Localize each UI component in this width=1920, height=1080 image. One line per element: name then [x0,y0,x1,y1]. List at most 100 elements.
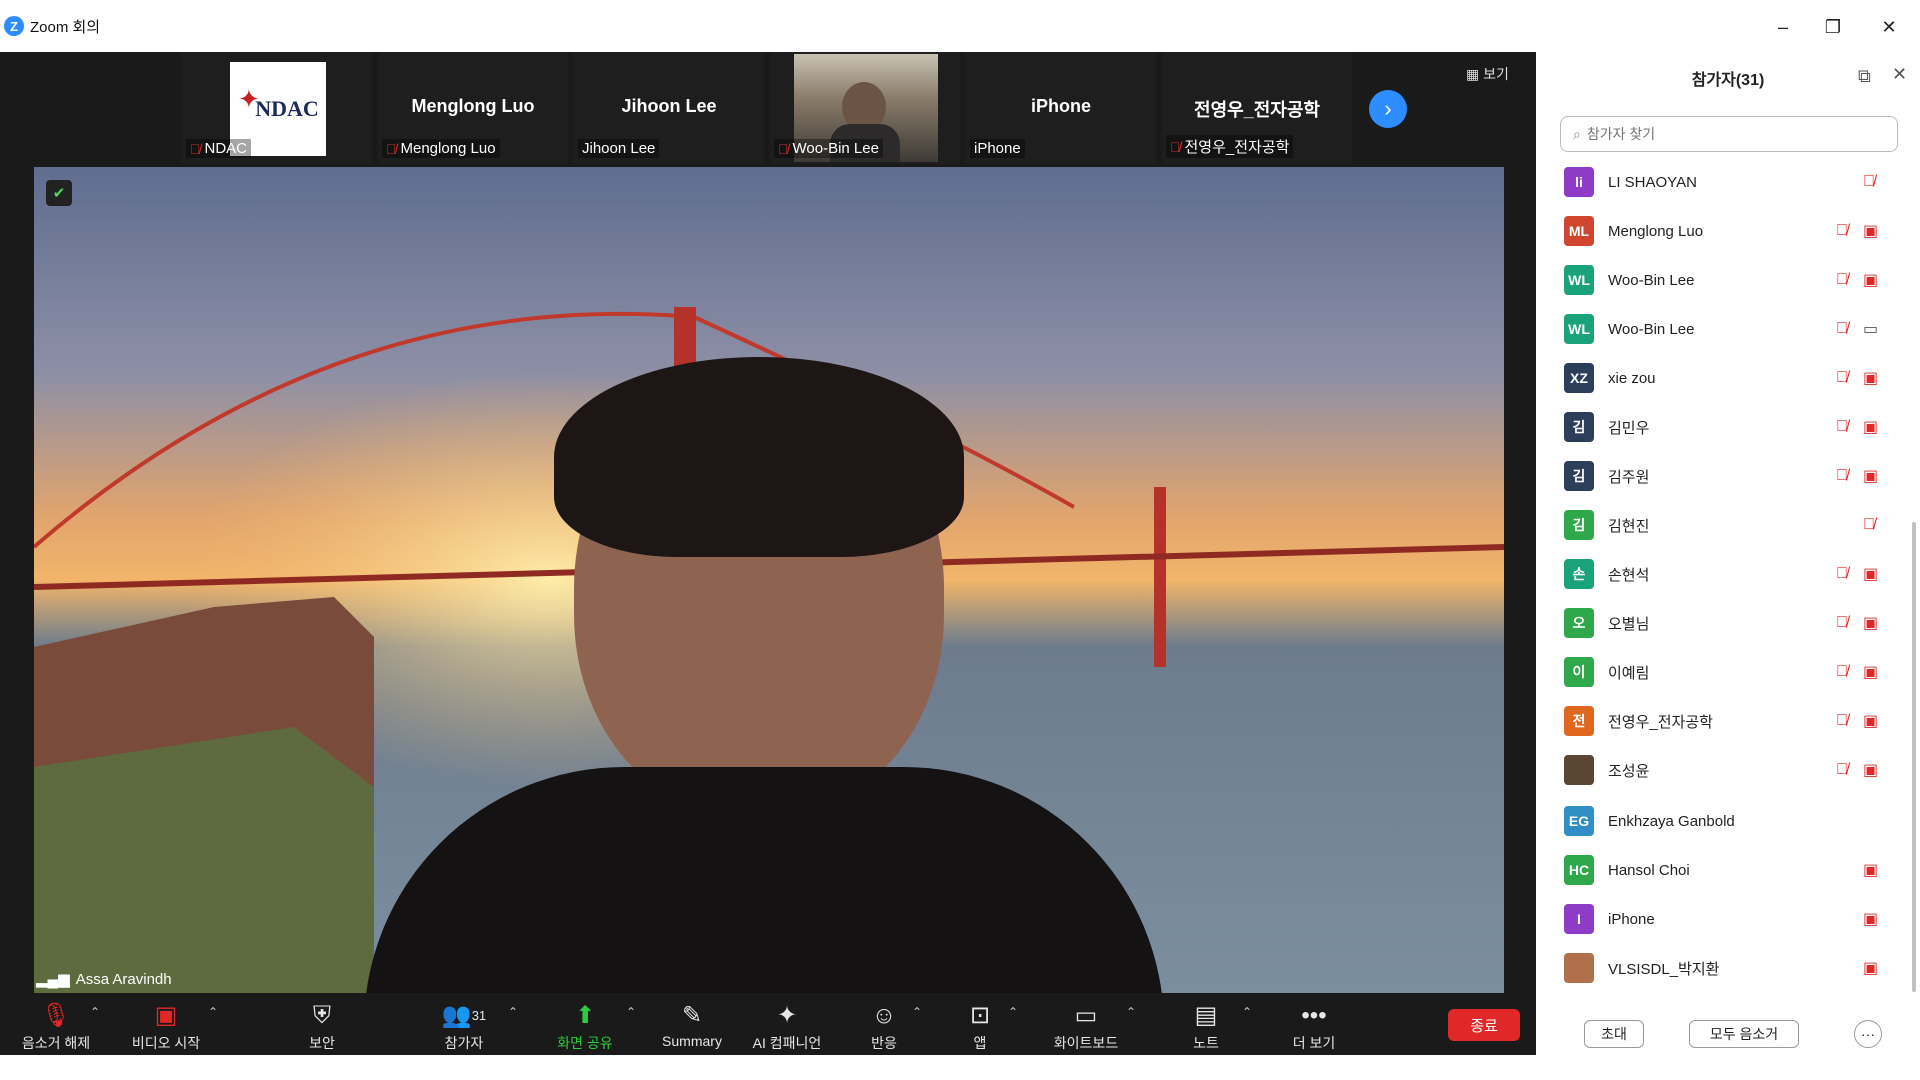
avatar: WL [1564,265,1594,295]
more-button[interactable]: ••• 더 보기 [1284,1001,1344,1053]
participant-row[interactable]: 손 손현석 🎙̸ ▣ [1536,550,1906,598]
mic-muted-icon[interactable]: 🎙̸ [1836,663,1848,681]
share-screen-button[interactable]: ⬆ 화면 공유 [550,1001,620,1053]
mic-muted-icon[interactable]: 🎙̸ [1836,565,1848,583]
mic-muted-icon[interactable]: 🎙̸ [1836,222,1848,240]
whiteboard-options-chevron-icon[interactable]: ⌃ [1126,1005,1136,1019]
participant-list-scrollbar[interactable] [1912,522,1916,992]
encryption-shield-icon[interactable]: ✔ [46,180,72,206]
video-options-chevron-icon[interactable]: ⌃ [208,1005,218,1019]
view-button[interactable]: ▦ 보기 [1466,64,1509,84]
popout-icon[interactable]: ⧉ [1858,66,1871,87]
participant-row[interactable]: EG Enkhzaya Ganbold [1536,797,1906,845]
participant-row[interactable]: 김 김주원 🎙̸ ▣ [1536,452,1906,500]
participant-row[interactable]: li LI SHAOYAN 🎙̸ [1536,158,1906,206]
video-off-icon[interactable]: ▣ [1863,613,1878,633]
video-off-icon[interactable]: ▣ [1863,270,1878,290]
mic-muted-icon[interactable]: 🎙̸ [1836,712,1848,730]
video-tile-menglong[interactable]: Menglong Luo 🎙̸ Menglong Luo [378,52,568,164]
participant-row[interactable]: XZ xie zou 🎙̸ ▣ [1536,354,1906,402]
video-off-icon[interactable]: ▣ [1863,564,1878,584]
participant-row[interactable]: 조성윤 🎙̸ ▣ [1536,746,1906,794]
security-button[interactable]: ⛨ 보안 [292,1001,352,1053]
video-tile-ndac[interactable]: ✦ NDAC 🎙̸ NDAC [182,52,372,164]
reactions-button[interactable]: ☺ 반응 [862,1001,906,1053]
tile-display-name: iPhone [1030,96,1091,116]
participant-row[interactable]: ML Menglong Luo 🎙̸ ▣ [1536,207,1906,255]
video-off-icon[interactable]: ▣ [1863,662,1878,682]
view-label: 보기 [1483,66,1509,82]
ndac-logo-text: NDAC [255,96,319,121]
unmute-button[interactable]: 🎙 음소거 해제 [16,1001,96,1053]
video-off-icon[interactable]: ▣ [1863,860,1878,880]
video-off-icon[interactable]: ▣ [1863,221,1878,241]
participant-row[interactable]: 김 김현진 🎙̸ [1536,501,1906,549]
mute-all-button[interactable]: 모두 음소거 [1689,1020,1799,1048]
video-off-icon[interactable]: ▣ [1863,711,1878,731]
share-options-chevron-icon[interactable]: ⌃ [626,1005,636,1019]
active-speaker-video [34,167,1504,993]
participant-row[interactable]: 전 전영우_전자공학 🎙̸ ▣ [1536,697,1906,745]
notes-button[interactable]: ▤ 노트 [1186,1001,1226,1053]
reaction-smiley-icon: ☺ [871,1002,897,1029]
notes-options-chevron-icon[interactable]: ⌃ [1242,1005,1252,1019]
participant-row[interactable]: VLSISDL_박지환 ▣ [1536,944,1906,992]
participant-row[interactable]: 이 이예림 🎙̸ ▣ [1536,648,1906,696]
start-video-button[interactable]: ▣ 비디오 시작 [126,1001,206,1053]
apps-button[interactable]: ⊡ 앱 [962,1001,998,1053]
tile-name-label: 전영우_전자공학 [1184,139,1290,156]
video-on-icon[interactable]: ▭ [1863,319,1878,339]
video-off-icon[interactable]: ▣ [1863,466,1878,486]
panel-more-button[interactable]: ··· [1854,1020,1882,1048]
mic-muted-icon[interactable]: 🎙̸ [1836,271,1848,289]
participant-row[interactable]: WL Woo-Bin Lee 🎙̸ ▣ [1536,256,1906,304]
participants-button[interactable]: 👥31 참가자 [424,1001,504,1053]
close-panel-icon[interactable]: ✕ [1892,64,1907,85]
video-tile-jihoon[interactable]: Jihoon Lee Jihoon Lee [574,52,764,164]
participant-row[interactable]: 오 오별님 🎙̸ ▣ [1536,599,1906,647]
participant-row[interactable]: IiPhone ▣ [1536,895,1906,943]
invite-button[interactable]: 초대 [1584,1020,1644,1048]
video-tile-iphone[interactable]: iPhone iPhone [966,52,1156,164]
mic-muted-icon[interactable]: 🎙̸ [1836,369,1848,387]
participant-search[interactable]: ⌕ [1560,116,1898,152]
mic-muted-icon[interactable]: 🎙̸ [1836,320,1848,338]
video-off-icon[interactable]: ▣ [1863,368,1878,388]
participant-row[interactable]: 김 김민우 🎙̸ ▣ [1536,403,1906,451]
apps-options-chevron-icon[interactable]: ⌃ [1008,1005,1018,1019]
next-page-arrow-icon[interactable]: › [1369,90,1407,128]
mic-muted-icon[interactable]: 🎙̸ [1836,614,1848,632]
audio-options-chevron-icon[interactable]: ⌃ [90,1005,100,1019]
mic-muted-icon[interactable]: 🎙̸ [1863,516,1875,534]
avatar: 오 [1564,608,1594,638]
mic-muted-icon[interactable]: 🎙̸ [1836,418,1848,436]
participant-row[interactable]: HC Hansol Choi ▣ [1536,846,1906,894]
minimize-button[interactable]: – [1760,14,1806,40]
mic-muted-icon[interactable]: 🎙̸ [1836,467,1848,485]
tile-label: iPhone [970,139,1025,158]
tile-name-label: Woo-Bin Lee [792,140,879,157]
reactions-options-chevron-icon[interactable]: ⌃ [912,1005,922,1019]
avatar: XZ [1564,363,1594,393]
mic-muted-icon[interactable]: 🎙̸ [1863,173,1875,191]
video-off-icon[interactable]: ▣ [1863,909,1878,929]
video-tile-jeon[interactable]: 전영우_전자공학 🎙̸ 전영우_전자공학 [1162,52,1352,164]
video-off-icon[interactable]: ▣ [1863,760,1878,780]
restore-button[interactable]: ❐ [1810,14,1856,40]
whiteboard-button[interactable]: ▭ 화이트보드 [1046,1001,1126,1053]
video-off-icon[interactable]: ▣ [1863,417,1878,437]
participant-name: VLSISDL_박지환 [1608,960,1720,978]
search-input[interactable] [1586,126,1867,142]
close-window-button[interactable]: ✕ [1866,14,1912,40]
participant-row[interactable]: WL Woo-Bin Lee 🎙̸ ▭ [1536,305,1906,353]
video-tile-woobin[interactable]: 🎙̸ Woo-Bin Lee [770,52,960,164]
participants-options-chevron-icon[interactable]: ⌃ [508,1005,518,1019]
avatar: 김 [1564,461,1594,491]
video-off-icon[interactable]: ▣ [1863,958,1878,978]
summary-button[interactable]: ✎ Summary [656,1001,728,1049]
notes-label: 노트 [1193,1035,1219,1051]
end-meeting-button[interactable]: 종료 [1448,1009,1520,1041]
mic-muted-icon[interactable]: 🎙̸ [1836,761,1848,779]
more-label: 더 보기 [1292,1035,1336,1051]
ai-companion-button[interactable]: ✦ AI 컴패니언 [742,1001,832,1053]
